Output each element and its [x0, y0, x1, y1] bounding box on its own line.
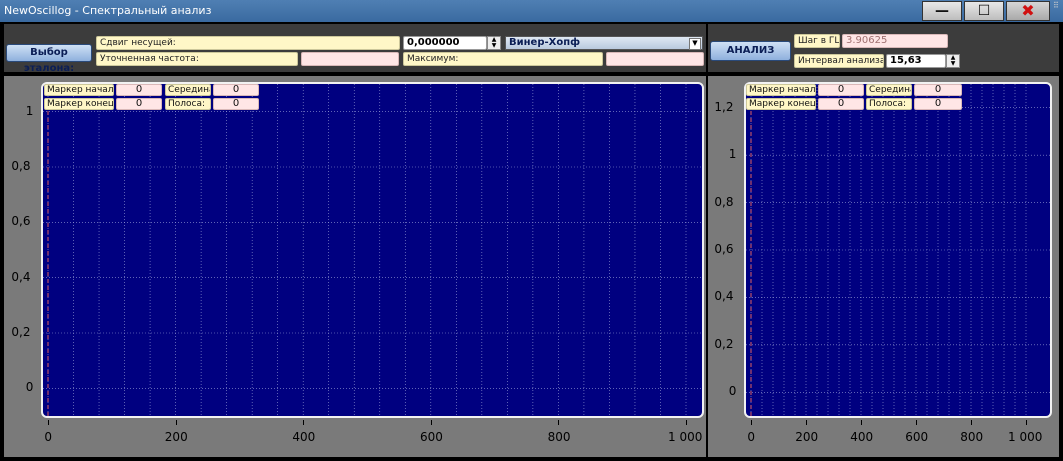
- y-tick-label: 0,6: [714, 242, 734, 256]
- analysis-interval-input[interactable]: 15,63: [886, 54, 946, 68]
- x-tick-mark: [686, 420, 687, 425]
- left-marker-middle-label: Середина:: [165, 84, 211, 96]
- x-tick-mark: [1026, 420, 1027, 425]
- y-tick-label: 0,4: [11, 269, 31, 284]
- left-marker-start-value: 0: [116, 84, 162, 96]
- maximum-value: [606, 52, 704, 66]
- y-tick-label: 0,2: [11, 325, 31, 339]
- carrier-shift-input[interactable]: 0,000000: [403, 36, 487, 50]
- right-marker-start-value: 0: [818, 84, 864, 96]
- right-marker-end-label: Маркер конец:: [746, 98, 816, 110]
- left-marker-middle-value: 0: [213, 84, 259, 96]
- refined-frequency-value: [301, 52, 399, 66]
- x-tick-mark: [806, 420, 807, 425]
- maximum-label: Максимум:: [403, 52, 603, 66]
- x-tick-label: 800: [960, 430, 984, 444]
- x-tick-label: 600: [905, 430, 929, 444]
- y-tick-label: 0,6: [11, 214, 31, 229]
- x-tick-label: 600: [420, 430, 443, 444]
- y-tick-label: 0,8: [714, 194, 734, 209]
- title-bar: NewOscillog - Спектральный анализ — ☐ ✖ …: [0, 0, 1063, 22]
- right-plot-area[interactable]: [744, 82, 1052, 418]
- maximize-button[interactable]: ☐: [964, 1, 1004, 21]
- right-marker-end-value: 0: [818, 98, 864, 110]
- y-tick-label: 1,2: [714, 99, 734, 114]
- x-tick-label: 400: [850, 430, 874, 444]
- y-tick-label: 1: [728, 147, 737, 162]
- x-tick-label: 400: [292, 430, 316, 444]
- x-tick-label: 1 000: [668, 430, 703, 444]
- left-marker-band-label: Полоса:: [165, 98, 211, 110]
- right-marker-start-label: Маркер начало:: [746, 84, 816, 96]
- step-hz-value: 3.90625: [842, 34, 948, 48]
- select-reference-button[interactable]: Выбор эталона:: [6, 44, 92, 74]
- resize-grip-icon[interactable]: ⠿: [1053, 2, 1061, 10]
- right-marker-middle-value: 0: [914, 84, 962, 96]
- y-tick-label: 1: [25, 103, 34, 118]
- y-tick-label: 0: [728, 384, 737, 399]
- y-tick-label: 0: [25, 380, 34, 395]
- step-hz-label: Шаг в ГЦ:: [794, 34, 840, 48]
- x-tick-mark: [751, 420, 752, 425]
- x-tick-mark: [861, 420, 862, 425]
- carrier-shift-spin-icon[interactable]: ▲ ▼: [487, 36, 501, 50]
- method-select-value: Винер-Хопф: [509, 37, 581, 48]
- y-tick-label: 0,4: [714, 289, 734, 304]
- left-plot-area[interactable]: [41, 82, 704, 418]
- method-select[interactable]: Винер-Хопф ▼: [505, 36, 703, 50]
- y-tick-label: 0,2: [714, 336, 734, 351]
- left-plot-grid: [43, 84, 702, 416]
- x-tick-mark: [303, 420, 305, 425]
- chevron-down-icon[interactable]: ▼: [689, 38, 701, 50]
- y-tick-label: 0,8: [11, 159, 31, 173]
- left-marker-start-label: Маркер начало:: [44, 84, 114, 96]
- right-plot-grid: [746, 84, 1050, 416]
- minimize-button[interactable]: —: [922, 1, 962, 21]
- x-tick-mark: [558, 420, 560, 425]
- x-tick-label: 1 000: [1008, 430, 1043, 444]
- analysis-button[interactable]: АНАЛИЗ: [710, 41, 791, 61]
- interval-spin-icon[interactable]: ▲ ▼: [946, 54, 960, 68]
- x-tick-mark: [48, 420, 49, 425]
- x-tick-label: 800: [547, 430, 571, 444]
- right-marker-middle-label: Середина:: [866, 84, 912, 96]
- x-tick-label: 200: [795, 430, 819, 444]
- right-marker-band-value: 0: [914, 98, 962, 110]
- x-tick-mark: [971, 420, 972, 425]
- refined-frequency-label: Уточненная частота:: [96, 52, 298, 66]
- left-marker-band-value: 0: [213, 98, 259, 110]
- right-marker-band-label: Полоса:: [866, 98, 912, 110]
- close-button[interactable]: ✖: [1006, 1, 1050, 21]
- left-marker-end-label: Маркер конец:: [44, 98, 114, 110]
- x-tick-label: 0: [747, 430, 756, 444]
- analysis-interval-label: Интервал анализа:: [794, 54, 884, 68]
- x-tick-mark: [430, 420, 432, 425]
- carrier-shift-label: Сдвиг несущей:: [96, 36, 400, 50]
- left-marker-end-value: 0: [116, 98, 162, 110]
- window-title: NewOscillog - Спектральный анализ: [4, 4, 212, 17]
- x-tick-mark: [175, 420, 177, 425]
- x-tick-label: 0: [44, 430, 53, 444]
- x-tick-mark: [916, 420, 917, 425]
- x-tick-label: 200: [164, 430, 188, 444]
